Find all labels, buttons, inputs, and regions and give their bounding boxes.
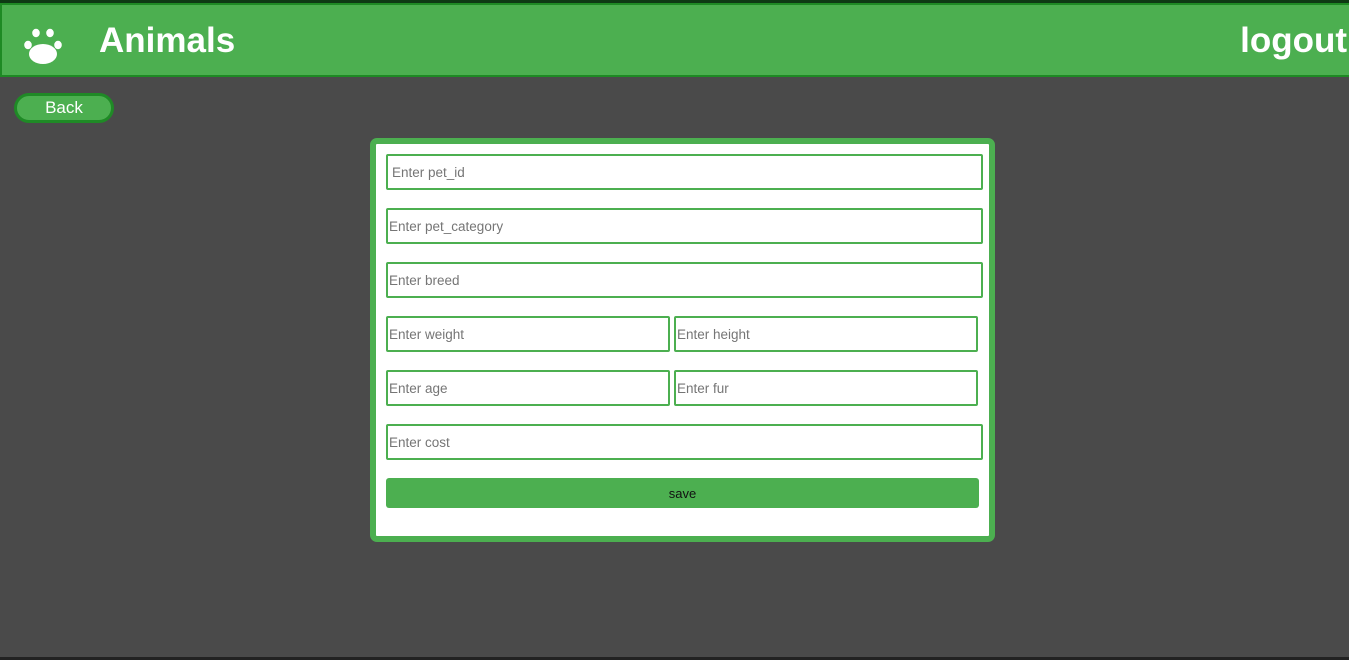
- age-input[interactable]: [386, 370, 670, 406]
- page-title: Animals: [99, 21, 236, 60]
- app-header: Animals logout: [0, 3, 1349, 77]
- pet-form: save: [370, 138, 995, 542]
- back-button[interactable]: Back: [14, 93, 114, 123]
- breed-input[interactable]: [386, 262, 983, 298]
- pet-category-input[interactable]: [386, 208, 983, 244]
- fur-input[interactable]: [674, 370, 978, 406]
- height-input[interactable]: [674, 316, 978, 352]
- pet-id-input[interactable]: [386, 154, 983, 190]
- paw-icon: [24, 28, 62, 64]
- cost-input[interactable]: [386, 424, 983, 460]
- logout-button[interactable]: logout: [1240, 19, 1347, 63]
- weight-input[interactable]: [386, 316, 670, 352]
- save-button[interactable]: save: [386, 478, 979, 508]
